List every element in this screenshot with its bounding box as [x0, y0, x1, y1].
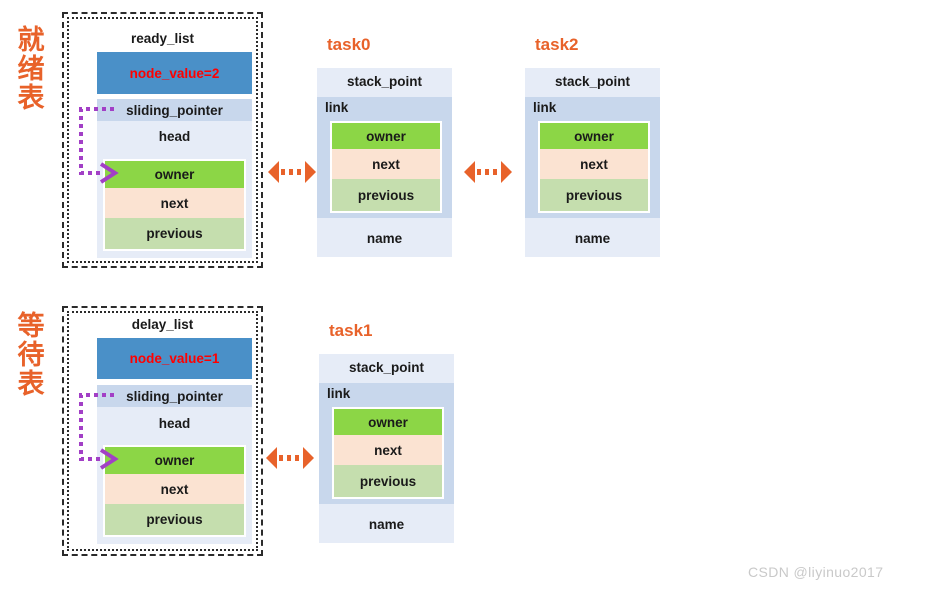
- task2-name-row: name: [525, 220, 660, 257]
- ready-list-field-previous: previous: [105, 218, 244, 249]
- task2-stack-point: stack_point: [525, 68, 660, 95]
- task0-field-next: next: [332, 149, 440, 179]
- watermark: CSDN @liyinuo2017: [748, 564, 884, 580]
- task0-field-previous: previous: [332, 179, 440, 211]
- delay-list-field-group: owner next previous: [103, 445, 246, 537]
- task0-to-task2-arrow: [464, 161, 512, 183]
- delay-list-field-previous: previous: [105, 504, 244, 535]
- task2-link-label: link: [533, 100, 557, 115]
- task0-link-label: link: [325, 100, 349, 115]
- ready-list-field-owner: owner: [105, 161, 244, 188]
- ready-group-cn-label: 就绪表: [17, 25, 45, 115]
- delay-list-head-label: head: [158, 416, 191, 431]
- task2-field-group: owner next previous: [538, 121, 650, 213]
- ready-list-head-label: head: [158, 129, 191, 144]
- task0-field-group: owner next previous: [330, 121, 442, 213]
- diagram-canvas: 就绪表 ready_list node_value=2 sliding_poin…: [0, 0, 935, 592]
- task2-field-next: next: [540, 149, 648, 179]
- delay-list-sliding-pointer: sliding_pointer: [97, 385, 252, 407]
- ready-to-task0-arrow: [268, 161, 316, 183]
- task0-name-row: name: [317, 220, 452, 257]
- ready-list-field-group: owner next previous: [103, 159, 246, 251]
- delay-list-node-value: node_value=1: [97, 338, 252, 379]
- ready-list-field-next: next: [105, 188, 244, 218]
- task1-field-group: owner next previous: [332, 407, 444, 499]
- task0-title: task0: [327, 35, 371, 54]
- task2-field-owner: owner: [540, 123, 648, 149]
- task1-link-label: link: [327, 386, 351, 401]
- task1-title: task1: [329, 321, 373, 340]
- task1-name-row: name: [319, 506, 454, 543]
- task1-field-previous: previous: [334, 465, 442, 497]
- delay-list-field-owner: owner: [105, 447, 244, 474]
- ready-list-sliding-pointer: sliding_pointer: [97, 99, 252, 121]
- delay-group-cn-label: 等待表: [17, 311, 45, 401]
- task0-field-owner: owner: [332, 123, 440, 149]
- task2-field-previous: previous: [540, 179, 648, 211]
- delay-list-title: delay_list: [131, 317, 194, 332]
- task1-field-next: next: [334, 435, 442, 465]
- delay-to-task1-arrow: [266, 447, 314, 469]
- ready-list-title: ready_list: [130, 31, 195, 46]
- delay-list-field-next: next: [105, 474, 244, 504]
- task0-stack-point: stack_point: [317, 68, 452, 95]
- ready-list-node-value: node_value=2: [97, 52, 252, 94]
- task2-title: task2: [535, 35, 579, 54]
- task1-stack-point: stack_point: [319, 354, 454, 381]
- task1-field-owner: owner: [334, 409, 442, 435]
